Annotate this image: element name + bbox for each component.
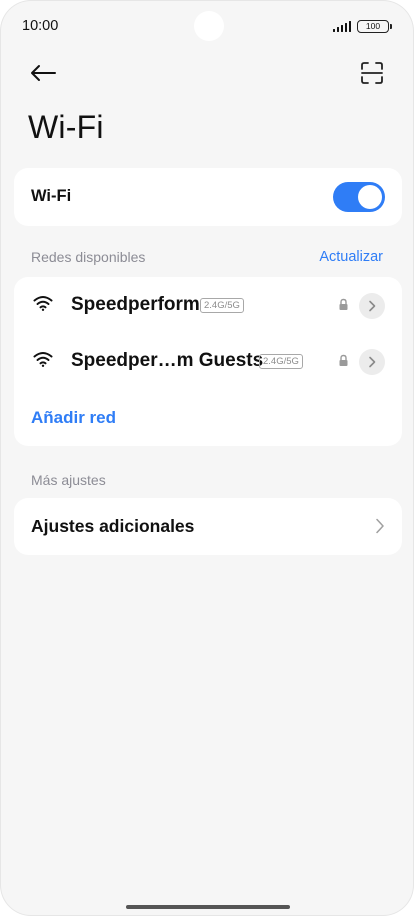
status-time: 10:00 [22, 18, 59, 34]
wifi-signal-icon [33, 352, 53, 367]
wifi-toggle-card: Wi-Fi [14, 168, 402, 226]
status-indicators: 100 [332, 20, 392, 33]
arrow-left-icon [31, 65, 56, 81]
wifi-toggle-switch[interactable] [333, 182, 385, 212]
chevron-right-icon [376, 518, 384, 534]
status-bar: 10:00 100 [1, 1, 413, 51]
network-row-speedperform[interactable]: Speedperform 2.4G/5G [14, 277, 402, 333]
lock-icon [339, 354, 348, 366]
chevron-right-icon [369, 300, 376, 312]
network-name: Speedper…m Guests [71, 350, 264, 371]
network-details-button[interactable] [359, 349, 385, 375]
back-button[interactable] [27, 57, 59, 89]
additional-settings-label: Ajustes adicionales [31, 516, 195, 536]
wifi-signal-icon [33, 296, 53, 311]
band-badge: 2.4G/5G [200, 298, 244, 313]
add-network-button[interactable]: Añadir red [31, 408, 116, 428]
wifi-toggle-label: Wi-Fi [31, 187, 72, 205]
battery-icon: 100 [357, 20, 392, 33]
more-settings-header: Más ajustes [31, 472, 106, 488]
qr-scan-button[interactable] [357, 58, 387, 88]
network-details-button[interactable] [359, 293, 385, 319]
camera-cutout [194, 11, 224, 41]
network-row-speedperform-guests[interactable]: Speedper…m Guests 2.4G/5G [14, 333, 402, 389]
page-title: Wi-Fi [28, 109, 104, 145]
signal-icon [332, 21, 351, 32]
band-badge: 2.4G/5G [259, 354, 303, 369]
refresh-button[interactable]: Actualizar [319, 249, 383, 265]
network-name: Speedperform [71, 294, 200, 315]
chevron-right-icon [369, 356, 376, 368]
available-networks-card: Speedperform 2.4G/5G Speedper…m Guests 2… [14, 277, 402, 446]
additional-settings-row[interactable]: Ajustes adicionales [14, 498, 402, 555]
available-networks-header: Redes disponibles [31, 249, 146, 265]
toggle-knob [358, 185, 382, 209]
qr-scan-icon [361, 62, 383, 84]
home-indicator[interactable] [126, 905, 290, 909]
lock-icon [339, 298, 348, 310]
phone-screen: 10:00 100 Wi-Fi Wi-Fi Redes disponibles … [1, 1, 413, 915]
